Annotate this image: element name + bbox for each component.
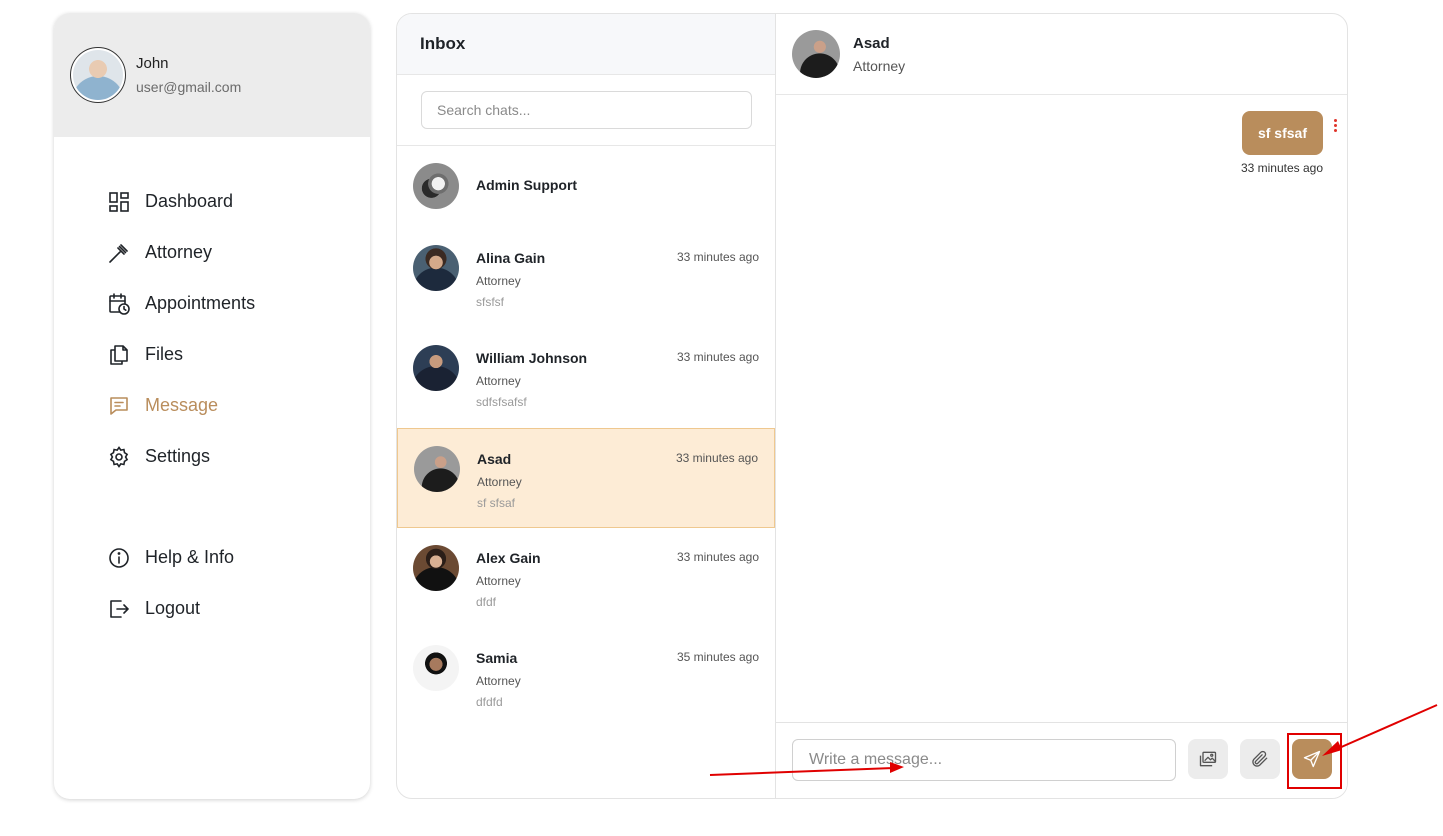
chat-time: 33 minutes ago bbox=[676, 550, 759, 564]
avatar bbox=[413, 545, 459, 591]
sidebar-item-dashboard[interactable]: Dashboard bbox=[54, 176, 370, 227]
sidebar-item-label: Appointments bbox=[145, 293, 256, 313]
avatar bbox=[413, 645, 459, 691]
sidebar-item-label: Message bbox=[145, 395, 219, 415]
chat-item-samia[interactable]: Samia Attorney dfdfd 35 minutes ago bbox=[397, 628, 775, 728]
message-bubble: sf sfsaf bbox=[1241, 111, 1323, 155]
sidebar-nav: Dashboard Attorney Appointments Files Me… bbox=[54, 137, 370, 634]
image-icon bbox=[1199, 751, 1217, 767]
inbox-title: Inbox bbox=[397, 14, 775, 75]
avatar bbox=[413, 163, 459, 209]
sidebar: John user@gmail.com Dashboard Attorney A… bbox=[54, 13, 370, 799]
conversation-role: Attorney bbox=[853, 57, 906, 74]
avatar bbox=[413, 245, 459, 291]
conversation-name: Asad bbox=[853, 34, 890, 52]
user-email: user@gmail.com bbox=[136, 79, 242, 95]
sidebar-item-message[interactable]: Message bbox=[54, 380, 370, 431]
message-time: 33 minutes ago bbox=[1240, 161, 1323, 175]
chat-preview: dfdf bbox=[476, 595, 497, 609]
avatar bbox=[414, 446, 460, 492]
files-icon bbox=[110, 344, 128, 365]
chat-preview: sdfsfsafsf bbox=[476, 395, 527, 409]
chat-preview: dfdfd bbox=[476, 695, 503, 709]
sidebar-item-label: Help & Info bbox=[145, 547, 235, 567]
inbox: Inbox Admin Support Alina Gain Attorney … bbox=[397, 14, 776, 798]
sidebar-item-attorney[interactable]: Attorney bbox=[54, 227, 370, 278]
message-input[interactable] bbox=[792, 739, 1176, 781]
chat-time: 35 minutes ago bbox=[676, 650, 759, 664]
message-icon bbox=[110, 396, 128, 415]
chat-preview: sfsfsf bbox=[476, 295, 505, 309]
message-list[interactable]: sf sfsaf 33 minutes ago bbox=[776, 95, 1347, 722]
sidebar-item-label: Dashboard bbox=[145, 191, 234, 211]
chat-role: Attorney bbox=[477, 475, 522, 489]
chat-preview: sf sfsaf bbox=[477, 496, 516, 510]
chat-time: 33 minutes ago bbox=[676, 250, 759, 264]
message-options-icon[interactable] bbox=[1332, 119, 1338, 135]
sidebar-item-logout[interactable]: Logout bbox=[54, 583, 370, 634]
send-icon bbox=[1303, 750, 1321, 768]
sidebar-item-label: Attorney bbox=[145, 242, 213, 262]
sidebar-item-help[interactable]: Help & Info bbox=[54, 532, 370, 583]
sidebar-item-appointments[interactable]: Appointments bbox=[54, 278, 370, 329]
chat-item-admin-support[interactable]: Admin Support bbox=[397, 146, 775, 228]
chat-time: 33 minutes ago bbox=[675, 451, 758, 465]
sidebar-item-label: Files bbox=[145, 344, 184, 364]
paperclip-icon bbox=[1252, 750, 1268, 767]
message-composer bbox=[776, 722, 1347, 798]
chat-item-alina-gain[interactable]: Alina Gain Attorney sfsfsf 33 minutes ag… bbox=[397, 228, 775, 328]
chat-role: Attorney bbox=[476, 574, 521, 588]
sidebar-item-settings[interactable]: Settings bbox=[54, 431, 370, 482]
gavel-icon bbox=[109, 243, 128, 263]
sidebar-item-label: Settings bbox=[145, 446, 211, 466]
conversation-header: Asad Attorney bbox=[776, 14, 1347, 95]
gear-icon bbox=[109, 445, 129, 468]
calendar-clock-icon bbox=[109, 292, 130, 315]
chat-role: Attorney bbox=[476, 374, 521, 388]
chat-item-alex-gain[interactable]: Alex Gain Attorney dfdf 33 minutes ago bbox=[397, 528, 775, 628]
nav-spacer bbox=[54, 482, 370, 532]
user-profile[interactable]: John user@gmail.com bbox=[54, 13, 370, 137]
chat-name: Admin Support bbox=[476, 177, 578, 193]
attach-file-button[interactable] bbox=[1240, 739, 1280, 779]
info-icon bbox=[109, 547, 129, 568]
chat-role: Attorney bbox=[476, 674, 521, 688]
sidebar-item-files[interactable]: Files bbox=[54, 329, 370, 380]
user-name: John bbox=[136, 55, 169, 72]
conversation: Asad Attorney sf sfsaf 33 minutes ago bbox=[776, 14, 1347, 798]
sidebar-item-label: Logout bbox=[145, 598, 201, 618]
dashboard-icon bbox=[109, 191, 129, 212]
chat-item-asad[interactable]: Asad Attorney sf sfsaf 33 minutes ago bbox=[397, 428, 775, 528]
logout-icon bbox=[110, 599, 129, 618]
chat-panel: Inbox Admin Support Alina Gain Attorney … bbox=[396, 13, 1348, 799]
send-button[interactable] bbox=[1292, 739, 1332, 779]
user-avatar bbox=[70, 47, 126, 103]
search-input[interactable] bbox=[421, 91, 752, 129]
chat-item-william-johnson[interactable]: William Johnson Attorney sdfsfsafsf 33 m… bbox=[397, 328, 775, 428]
chat-role: Attorney bbox=[476, 274, 521, 288]
avatar[interactable] bbox=[792, 30, 840, 78]
message: sf sfsaf 33 minutes ago bbox=[1240, 111, 1337, 175]
search-bar bbox=[397, 75, 775, 146]
attach-image-button[interactable] bbox=[1188, 739, 1228, 779]
chat-time: 33 minutes ago bbox=[676, 350, 759, 364]
avatar bbox=[413, 345, 459, 391]
